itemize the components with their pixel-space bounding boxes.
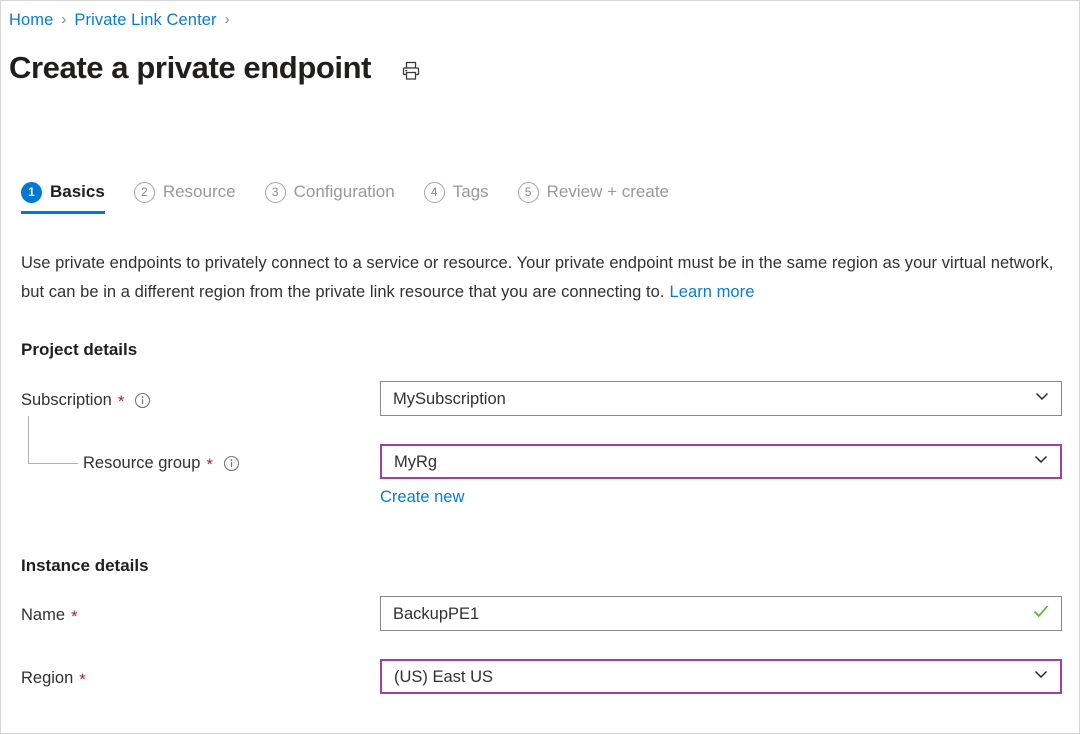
resource-group-label: Resource group * xyxy=(83,452,240,474)
required-marker: * xyxy=(117,392,125,411)
tab-number-badge: 5 xyxy=(517,181,539,203)
subscription-label: Subscription * xyxy=(21,389,151,411)
tab-label: Resource xyxy=(162,182,236,201)
required-marker: * xyxy=(206,455,214,474)
page-title: Create a private endpoint xyxy=(9,50,372,85)
tree-connector-line xyxy=(28,416,78,464)
tab-number-badge: 4 xyxy=(423,181,445,203)
breadcrumb: Home › Private Link Center › xyxy=(9,9,238,31)
subscription-dropdown[interactable]: MySubscription xyxy=(380,381,1062,416)
create-new-resource-group-link[interactable]: Create new xyxy=(380,486,464,508)
chevron-down-icon xyxy=(1032,450,1050,473)
tab-basics[interactable]: 1 Basics xyxy=(21,181,105,214)
page-description: Use private endpoints to privately conne… xyxy=(21,249,1061,307)
breadcrumb-separator-icon: › xyxy=(224,11,230,28)
region-label-text: Region xyxy=(21,669,74,687)
name-label-text: Name xyxy=(21,606,66,624)
info-icon[interactable] xyxy=(134,392,151,409)
breadcrumb-item-home[interactable]: Home xyxy=(9,9,53,31)
name-label: Name * xyxy=(21,604,78,626)
tab-number-badge: 1 xyxy=(21,181,42,203)
tab-number-badge: 3 xyxy=(264,181,286,203)
tab-review-create[interactable]: 5 Review + create xyxy=(517,181,670,214)
info-icon[interactable] xyxy=(223,455,240,472)
tab-number-badge: 2 xyxy=(133,181,155,203)
required-marker: * xyxy=(79,670,86,689)
tab-configuration[interactable]: 3 Configuration xyxy=(264,181,395,214)
tab-label: Tags xyxy=(452,182,489,201)
resource-group-dropdown[interactable]: MyRg xyxy=(380,444,1062,479)
subscription-label-text: Subscription xyxy=(21,391,112,409)
chevron-down-icon xyxy=(1032,665,1050,688)
resource-group-label-text: Resource group xyxy=(83,454,201,472)
section-heading-instance-details: Instance details xyxy=(21,556,149,575)
page-description-text: Use private endpoints to privately conne… xyxy=(21,254,1054,301)
learn-more-link[interactable]: Learn more xyxy=(670,283,755,301)
breadcrumb-item-private-link-center[interactable]: Private Link Center xyxy=(74,9,216,31)
region-dropdown[interactable]: (US) East US xyxy=(380,659,1062,694)
subscription-value: MySubscription xyxy=(393,389,506,408)
tab-label: Review + create xyxy=(546,182,670,201)
name-value: BackupPE1 xyxy=(393,604,480,623)
create-private-endpoint-page: Home › Private Link Center › Create a pr… xyxy=(0,0,1080,734)
region-label: Region * xyxy=(21,667,86,689)
wizard-tabs: 1 Basics 2 Resource 3 Configuration 4 Ta… xyxy=(21,181,698,214)
tab-tags[interactable]: 4 Tags xyxy=(423,181,489,214)
chevron-down-icon xyxy=(1033,387,1051,410)
section-heading-project-details: Project details xyxy=(21,340,138,359)
resource-group-value: MyRg xyxy=(394,452,438,471)
checkmark-icon xyxy=(1031,601,1051,626)
page-header: Create a private endpoint xyxy=(9,48,425,88)
region-value: (US) East US xyxy=(394,667,494,686)
required-marker: * xyxy=(71,607,78,626)
breadcrumb-separator-icon: › xyxy=(61,11,67,28)
tab-label: Configuration xyxy=(293,182,395,201)
name-input[interactable]: BackupPE1 xyxy=(380,596,1062,631)
tab-label: Basics xyxy=(50,182,105,201)
tab-resource[interactable]: 2 Resource xyxy=(133,181,236,214)
printer-icon[interactable] xyxy=(397,57,425,85)
